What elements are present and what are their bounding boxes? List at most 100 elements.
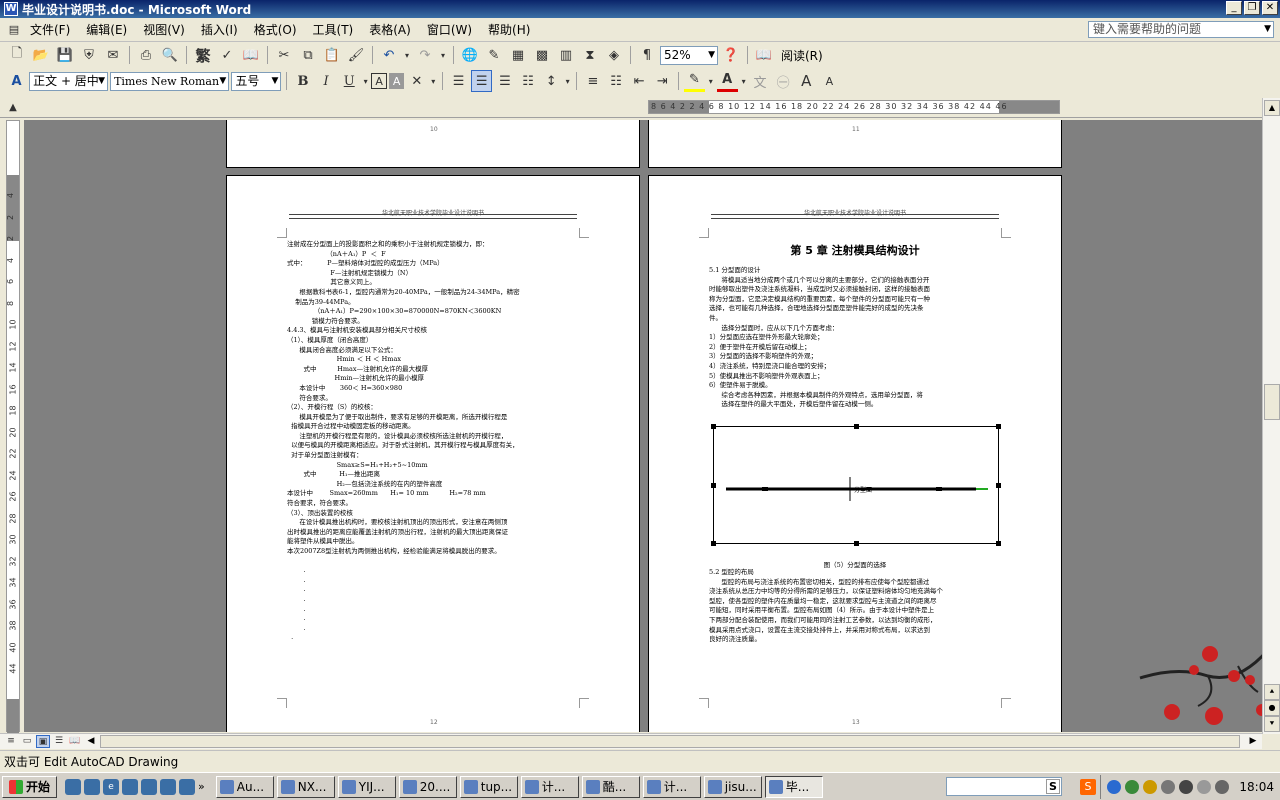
copy-icon[interactable]: ⧉	[297, 44, 319, 66]
show-hide-icon[interactable]: ¶	[636, 44, 658, 66]
document-area[interactable]: 10 11 华北航天职业技术学院毕业设计说明书 注射成在分型面上的投影面积之和的…	[24, 120, 1262, 732]
tray-icon-5[interactable]	[1179, 780, 1194, 794]
hyperlink-icon[interactable]: 🌐	[459, 44, 481, 66]
email-icon[interactable]: ✉	[102, 44, 124, 66]
increase-indent-icon[interactable]: ⇥	[652, 70, 673, 92]
vertical-scroll-thumb[interactable]	[1264, 384, 1280, 420]
taskbar-task[interactable]: NX...	[276, 775, 335, 798]
restore-button[interactable]: ❐	[1244, 1, 1260, 15]
start-button[interactable]: 开始	[2, 775, 58, 798]
chevron-down-icon[interactable]: ▼	[98, 73, 105, 90]
network-icon[interactable]	[1161, 780, 1176, 794]
character-border-icon[interactable]: A	[371, 73, 387, 89]
chevron-down-icon[interactable]: ▼	[272, 73, 279, 90]
horizontal-scroll-thumb[interactable]	[100, 735, 1240, 748]
chevron-down-icon[interactable]: ▼	[219, 73, 226, 90]
scroll-left-icon[interactable]: ◀	[84, 735, 98, 748]
character-scaling-icon[interactable]: ✕	[406, 70, 427, 92]
minimize-button[interactable]: _	[1226, 1, 1242, 15]
undo-icon[interactable]: ↶	[378, 44, 400, 66]
cut-icon[interactable]: ✂	[273, 44, 295, 66]
quicklaunch-icon-1[interactable]	[65, 778, 82, 795]
bullets-icon[interactable]: ☷	[606, 70, 627, 92]
horizontal-scrollbar[interactable]: ≡ ▭ ▣ ☰ 📖 ◀ ▶	[0, 733, 1262, 749]
reading-layout-icon[interactable]: 📖	[68, 735, 82, 748]
italic-button[interactable]: I	[316, 70, 337, 92]
chapter-title[interactable]: 第 5 章 注射模具结构设计	[649, 242, 1061, 258]
grow-font-icon[interactable]: A	[796, 70, 817, 92]
page-12[interactable]: 华北航天职业技术学院毕业设计说明书 注射成在分型面上的投影面积之和的乘积小于注射…	[226, 175, 640, 732]
new-document-icon[interactable]: 🗋	[6, 44, 28, 66]
ruler-scale[interactable]: 8 6 4 2 2 4 6 8 10 12 14 16 18 20 22 24 …	[648, 100, 1060, 114]
print-layout-icon[interactable]: ▣	[36, 735, 50, 748]
font-select[interactable]: Times New Roman ▼	[110, 71, 230, 91]
vertical-scrollbar[interactable]: ▲ ⯅ ● ⯆	[1262, 98, 1280, 734]
zoom-select[interactable]: 52% ▼	[660, 45, 718, 65]
align-right-icon[interactable]: ☰	[494, 70, 515, 92]
page-10[interactable]: 10	[226, 120, 640, 168]
taskbar-search-input[interactable]: S	[946, 777, 1062, 796]
format-painter-icon[interactable]: 🖌	[345, 44, 367, 66]
character-shading-icon[interactable]: A	[388, 73, 405, 89]
menu-edit[interactable]: 编辑(E)	[78, 21, 135, 38]
enclose-characters-icon[interactable]: ㊀	[773, 70, 794, 92]
research-icon[interactable]: 📖	[240, 44, 262, 66]
tray-icon-2[interactable]	[1125, 780, 1140, 794]
permission-icon[interactable]: ⛨	[78, 44, 100, 66]
tray-icon-6[interactable]	[1197, 780, 1212, 794]
taskbar-task[interactable]: YIJ...	[337, 775, 396, 798]
line-spacing-dropdown-icon[interactable]: ▾	[564, 70, 572, 92]
horizontal-ruler[interactable]: ▲ 8 6 4 2 2 4 6 8 10 12 14 16 18 20 22 2…	[0, 98, 1280, 118]
numbering-icon[interactable]: ≡	[582, 70, 603, 92]
help-search-input[interactable]: 键入需要帮助的问题 ▼	[1088, 21, 1274, 38]
tables-borders-icon[interactable]: ✎	[483, 44, 505, 66]
taskbar-task[interactable]: 计...	[520, 775, 579, 798]
decrease-indent-icon[interactable]: ⇤	[629, 70, 650, 92]
menu-table[interactable]: 表格(A)	[361, 21, 419, 38]
print-preview-icon[interactable]: 🔍	[159, 44, 181, 66]
columns-icon[interactable]: ▥	[555, 44, 577, 66]
bold-button[interactable]: B	[292, 70, 313, 92]
quicklaunch-icon-7[interactable]	[179, 778, 196, 795]
font-color-icon[interactable]: A	[716, 70, 738, 92]
font-convert-button[interactable]: 繁	[192, 44, 214, 66]
save-icon[interactable]: 💾	[54, 44, 76, 66]
scroll-up-icon[interactable]: ▲	[1264, 100, 1280, 116]
redo-dropdown-icon[interactable]: ▾	[438, 44, 448, 66]
page-13[interactable]: 华北航天职业技术学院毕业设计说明书 第 5 章 注射模具结构设计 5.1 分型面…	[648, 175, 1062, 732]
line-spacing-icon[interactable]: ↕	[541, 70, 562, 92]
highlight-icon[interactable]: ✎	[683, 70, 705, 92]
print-icon[interactable]: ⎙	[135, 44, 157, 66]
menu-help[interactable]: 帮助(H)	[480, 21, 538, 38]
insert-excel-icon[interactable]: ▩	[531, 44, 553, 66]
open-folder-icon[interactable]: 📂	[30, 44, 52, 66]
document-icon[interactable]: ▤	[6, 22, 22, 38]
read-mode-button[interactable]: 阅读(R)	[777, 47, 827, 64]
font-size-select[interactable]: 五号 ▼	[231, 71, 282, 91]
browse-object-icon[interactable]: ●	[1264, 700, 1280, 716]
previous-page-icon[interactable]: ⯅	[1264, 684, 1280, 700]
insert-table-icon[interactable]: ▦	[507, 44, 529, 66]
styles-formatting-icon[interactable]: A	[6, 70, 27, 92]
scaling-dropdown-icon[interactable]: ▾	[429, 70, 437, 92]
chevron-down-icon[interactable]: ▼	[1264, 22, 1271, 37]
phonetic-guide-icon[interactable]: 文	[749, 70, 770, 92]
redo-icon[interactable]: ↷	[414, 44, 436, 66]
underline-button[interactable]: U	[339, 70, 360, 92]
align-center-icon[interactable]: ☰	[471, 70, 493, 92]
shrink-font-icon[interactable]: A	[819, 70, 840, 92]
word-app-icon[interactable]: W	[4, 2, 18, 16]
document-map-icon[interactable]: ◈	[603, 44, 625, 66]
search-button[interactable]: S	[1046, 779, 1060, 794]
spelling-icon[interactable]: ✓	[216, 44, 238, 66]
underline-dropdown-icon[interactable]: ▾	[362, 70, 370, 92]
menu-view[interactable]: 视图(V)	[135, 21, 193, 38]
quicklaunch-icon-6[interactable]	[160, 778, 177, 795]
quicklaunch-icon-4[interactable]	[122, 778, 139, 795]
ie-icon[interactable]: e	[103, 778, 120, 795]
paste-icon[interactable]: 📋	[321, 44, 343, 66]
page-body-text-2[interactable]: 5.2 型腔的布局 型腔的布局与浇注系统的布置密切相关，型腔的排布应使每个型腔都…	[709, 568, 943, 645]
page-body-text[interactable]: 注射成在分型面上的投影面积之和的乘积小于注射机规定锁模力，即： （nA＋A₁）P…	[287, 240, 520, 643]
page-11[interactable]: 11	[648, 120, 1062, 168]
font-color-dropdown-icon[interactable]: ▾	[740, 70, 748, 92]
